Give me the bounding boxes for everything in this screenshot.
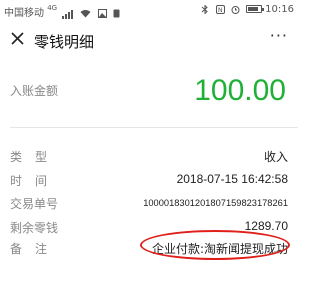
detail-row-type: 类型 收入 xyxy=(10,148,288,166)
notification-icon xyxy=(113,9,120,17)
detail-label: 备注 xyxy=(10,242,61,256)
divider xyxy=(10,127,298,128)
detail-label: 类型 xyxy=(10,150,61,164)
detail-value: 收入 xyxy=(263,150,288,164)
nav-bar: 零钱明细 ··· xyxy=(0,20,298,60)
close-icon[interactable] xyxy=(8,29,28,49)
bluetooth-icon xyxy=(202,4,209,14)
detail-row-transaction-id: 交易单号 1000018301201807159823178261 xyxy=(10,195,288,213)
carrier-name: 中国移动 xyxy=(4,8,44,19)
wifi-icon xyxy=(80,9,91,17)
alarm-icon xyxy=(231,5,240,14)
detail-value[interactable]: 1000018301201807159823178261 xyxy=(143,198,288,208)
detail-row-time: 时间 2018-07-15 16:42:58 xyxy=(10,172,288,190)
detail-label: 时间 xyxy=(10,174,61,188)
battery-icon xyxy=(245,5,264,13)
nfc-icon: N xyxy=(215,4,225,14)
status-time: 10:16 xyxy=(265,4,294,15)
image-notification-icon xyxy=(97,8,107,18)
detail-label: 交易单号 xyxy=(10,197,59,211)
detail-label: 剩余零钱 xyxy=(10,221,59,235)
amount-label: 入账金额 xyxy=(10,84,59,98)
svg-text:N: N xyxy=(218,7,223,14)
page-title: 零钱明细 xyxy=(34,33,95,51)
network-type: 4G xyxy=(47,4,58,12)
status-bar: 中国移动 4G N 10:16 xyxy=(0,0,298,20)
detail-value: 2018-07-15 16:42:58 xyxy=(176,172,288,186)
more-menu-button[interactable]: ··· xyxy=(270,26,288,45)
highlight-circle-annotation xyxy=(140,230,290,260)
signal-icon xyxy=(62,8,74,19)
amount-value: 100.00 xyxy=(194,74,286,107)
